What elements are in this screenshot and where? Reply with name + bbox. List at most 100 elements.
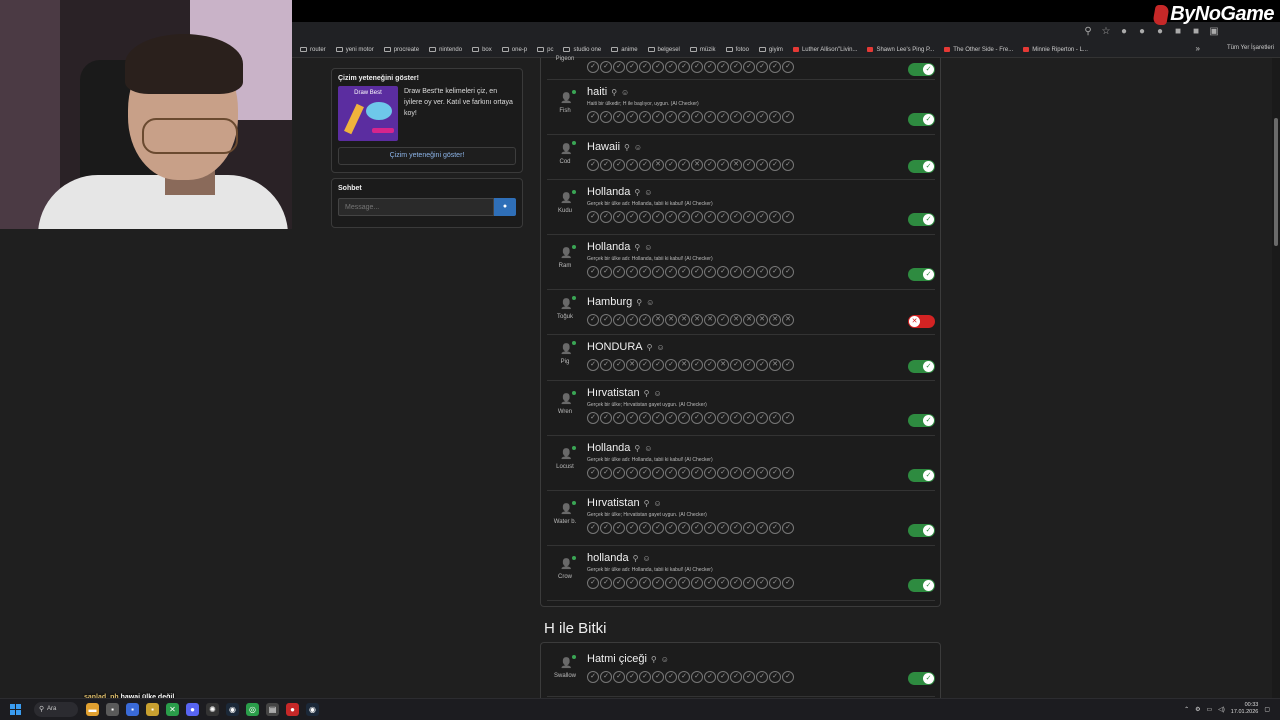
page-scrollbar[interactable] (1272, 58, 1280, 698)
search-icon[interactable]: ⚲ (644, 389, 650, 398)
extension-icon[interactable]: ● (1136, 26, 1148, 38)
extension-icon[interactable]: ■ (1172, 26, 1184, 38)
emoji-icon[interactable]: ☺ (661, 655, 669, 664)
emoji-icon[interactable]: ☺ (642, 554, 650, 563)
chrome-icon[interactable]: ◎ (246, 703, 259, 716)
discord-icon[interactable]: ● (186, 703, 199, 716)
terminal-icon[interactable]: ▤ (266, 703, 279, 716)
taskbar-search[interactable]: ⚲ Ara (34, 702, 78, 717)
app-icon[interactable]: ▪ (126, 703, 139, 716)
file-explorer-icon[interactable]: ▬ (86, 703, 99, 716)
bookmarks-overflow-button[interactable]: » (1196, 44, 1200, 53)
emoji-icon[interactable]: ☺ (644, 444, 652, 453)
windows-start-icon[interactable] (10, 704, 21, 715)
vote-accept-icon: ✓ (600, 111, 612, 123)
search-icon[interactable]: ⚲ (651, 655, 657, 664)
bookmark-item[interactable]: giyim (758, 47, 783, 53)
accept-toggle[interactable]: ✓ (908, 160, 935, 173)
ai-checker-note: Gerçek bir ülke; Hırvatistan gayet uygun… (587, 512, 707, 518)
bookmark-item[interactable]: box (472, 47, 492, 53)
extension-icon[interactable]: ● (1118, 26, 1130, 38)
accept-toggle[interactable]: ✓ (908, 213, 935, 226)
emoji-icon[interactable]: ☺ (644, 243, 652, 252)
search-icon[interactable]: ⚲ (611, 88, 617, 97)
scrollbar-thumb[interactable] (1274, 118, 1278, 246)
search-icon[interactable]: ⚲ (634, 188, 640, 197)
vote-accept-icon: ✓ (626, 522, 638, 534)
accept-toggle[interactable]: ✓ (908, 524, 935, 537)
bookmark-item[interactable]: router (300, 47, 326, 53)
emoji-icon[interactable]: ☺ (621, 88, 629, 97)
network-icon[interactable]: ⚙ (1195, 706, 1200, 713)
accept-toggle[interactable]: ✓ (908, 63, 935, 76)
emoji-icon[interactable]: ☺ (634, 143, 642, 152)
bookmark-item[interactable]: Minnie Riperton - L... (1023, 47, 1088, 53)
bookmark-item[interactable]: müzik (689, 47, 716, 53)
accept-toggle[interactable]: ✓ (908, 469, 935, 482)
vote-accept-icon: ✓ (587, 159, 599, 171)
search-icon[interactable]: ⚲ (633, 554, 639, 563)
accept-toggle[interactable]: ✕ (908, 315, 935, 328)
draw-best-image[interactable]: Draw Best (338, 86, 398, 141)
chevron-up-icon[interactable]: ⌃ (1184, 706, 1189, 713)
bookmark-label: pc (547, 46, 554, 53)
search-icon[interactable]: ⚲ (636, 298, 642, 307)
bookmark-item[interactable]: Shawn Lee's Ping P... (867, 47, 934, 53)
star-icon[interactable]: ☆ (1100, 26, 1112, 38)
bookmark-item[interactable]: yeni motor (335, 47, 374, 53)
search-icon[interactable]: ⚲ (624, 143, 630, 152)
accept-toggle[interactable]: ✓ (908, 360, 935, 373)
accept-toggle[interactable]: ✓ (908, 113, 935, 126)
bookmark-item[interactable]: pc (537, 47, 553, 53)
battery-icon[interactable]: ▭ (1207, 706, 1213, 713)
accept-toggle[interactable]: ✓ (908, 268, 935, 281)
bookmark-item[interactable]: nintendo (429, 47, 462, 53)
all-bookmarks-button[interactable]: Tüm Yer İşaretleri (1227, 45, 1274, 51)
extension-icon[interactable]: ● (1154, 26, 1166, 38)
send-button[interactable]: ● (494, 198, 516, 216)
steam-icon[interactable]: ◉ (306, 703, 319, 716)
vote-list: ✓ ✓ ✓ ✓ ✓ ✓ ✓ ✓ ✓ ✓ ✓ ✓ ✓ ✓ ✓ ✓ (587, 111, 794, 123)
accept-toggle[interactable]: ✓ (908, 672, 935, 685)
zoom-icon[interactable]: ⚲ (1082, 26, 1094, 38)
app-icon[interactable]: ▪ (106, 703, 119, 716)
emoji-icon[interactable]: ☺ (646, 298, 654, 307)
vote-accept-icon: ✓ (704, 522, 716, 534)
chat-message-input[interactable] (338, 198, 494, 216)
speaker-icon[interactable]: ◁) (1218, 706, 1225, 713)
app-icon[interactable]: ▪ (146, 703, 159, 716)
extension-icon[interactable]: ■ (1190, 26, 1202, 38)
vote-accept-icon: ✓ (652, 522, 664, 534)
bookmark-item[interactable]: fotoo (725, 47, 749, 53)
show-drawing-button[interactable]: Çizim yeteneğini göster! (338, 147, 516, 165)
xbox-icon[interactable]: ✕ (166, 703, 179, 716)
bookmark-item[interactable]: anime (611, 47, 638, 53)
emoji-icon[interactable]: ☺ (653, 389, 661, 398)
bookmark-item[interactable]: Luther Allison"Livin... (792, 47, 857, 53)
search-icon[interactable]: ⚲ (634, 243, 640, 252)
search-icon[interactable]: ⚲ (644, 499, 650, 508)
emoji-icon[interactable]: ☺ (653, 499, 661, 508)
bookmark-item[interactable]: one-p (501, 47, 527, 53)
puzzle-icon[interactable]: ▣ (1208, 26, 1220, 38)
search-icon[interactable]: ⚲ (647, 343, 653, 352)
search-icon[interactable]: ⚲ (634, 444, 640, 453)
user-icon: 👤 (560, 449, 573, 460)
steam-icon[interactable]: ◉ (226, 703, 239, 716)
user-icon: 👤 (560, 559, 573, 570)
answer-word: hollanda (587, 552, 629, 564)
record-icon[interactable]: ● (286, 703, 299, 716)
openai-icon[interactable]: ✺ (206, 703, 219, 716)
emoji-icon[interactable]: ☺ (656, 343, 664, 352)
bookmark-item[interactable]: studio one (563, 47, 601, 53)
answer-row: 👤 Hırvatistan ⚲ ☺ Water b. Gerçek bir ülke; H… (547, 491, 935, 546)
emoji-icon[interactable]: ☺ (644, 188, 652, 197)
taskbar-clock[interactable]: 00:33 17.01.2026 (1231, 702, 1259, 716)
accept-toggle[interactable]: ✓ (908, 414, 935, 427)
bookmark-item[interactable]: The Other Side - Fre... (944, 47, 1013, 53)
accept-toggle[interactable]: ✓ (908, 579, 935, 592)
notification-icon[interactable]: ▢ (1264, 706, 1270, 713)
bookmark-item[interactable]: belgesel (647, 47, 680, 53)
bookmark-item[interactable]: procreate (383, 47, 419, 53)
vote-accept-icon: ✓ (730, 671, 742, 683)
